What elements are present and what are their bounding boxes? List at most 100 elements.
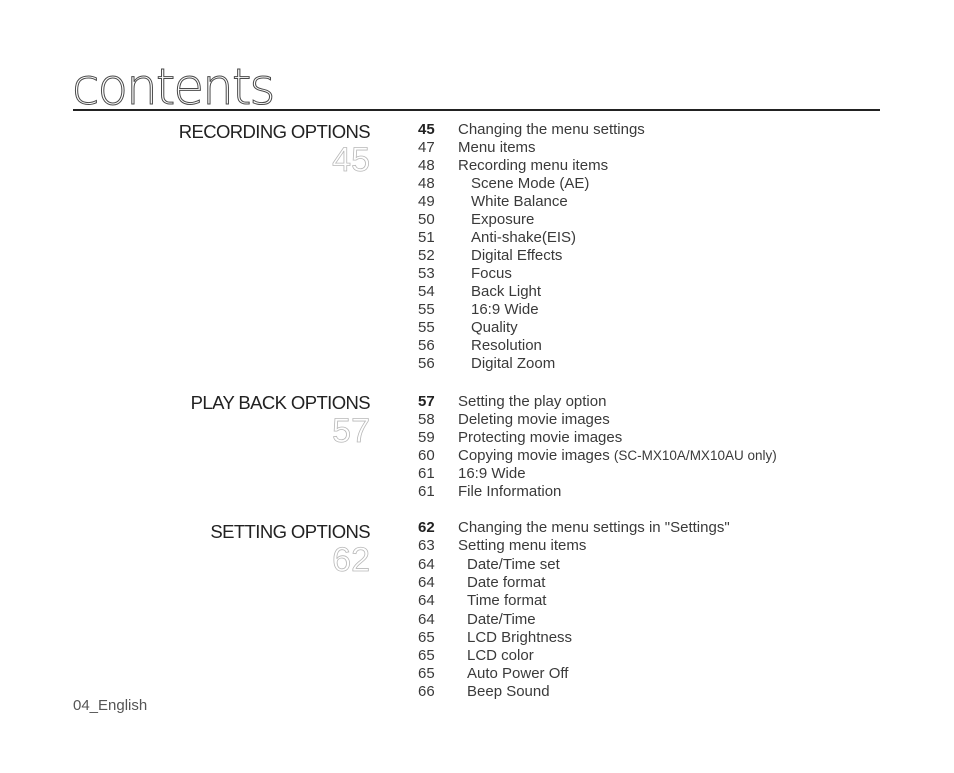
toc-entry-title: Digital Zoom xyxy=(458,355,555,373)
toc-entry-title: Focus xyxy=(458,265,512,283)
toc-entry-page: 65 xyxy=(418,646,435,664)
toc-entry[interactable]: 57 Setting the play option xyxy=(418,393,777,411)
toc-entry[interactable]: 56 Resolution xyxy=(418,337,645,355)
toc-entry[interactable]: 64 Date format xyxy=(418,574,730,592)
toc-entry-page: 55 xyxy=(418,319,435,336)
toc-entry-text: Scene Mode (AE) xyxy=(471,175,590,192)
toc-entry-title: Deleting movie images xyxy=(458,411,610,429)
toc-entry-page: 66 xyxy=(418,683,435,701)
section-page-number: 62 xyxy=(332,541,371,579)
toc-entry-text: Setting the play option xyxy=(458,393,607,410)
toc-entry-page: 57 xyxy=(418,393,435,410)
toc-entry-title: Copying movie images (SC-MX10A/MX10AU on… xyxy=(458,447,777,465)
toc-entry-text: LCD Brightness xyxy=(467,628,573,646)
toc-entry-page: 65 xyxy=(418,665,435,683)
toc-entry[interactable]: 64 Date/Time set xyxy=(418,556,730,574)
toc-entry-page: 64 xyxy=(418,610,435,628)
toc-entry[interactable]: 50 Exposure xyxy=(418,211,645,229)
toc-entry-text: Date/Time set xyxy=(467,556,560,573)
toc-entry-title: Auto Power Off xyxy=(458,665,568,683)
toc-list-playback: 57 Setting the play option 58 Deleting movi… xyxy=(418,393,777,501)
toc-entry-text: Digital Effects xyxy=(471,247,563,264)
toc-entry[interactable]: 63 Setting menu items xyxy=(418,537,730,555)
toc-entry-page: 63 xyxy=(418,537,435,554)
toc-entry[interactable]: 60 Copying movie images (SC-MX10A/MX10AU … xyxy=(418,447,777,465)
section-name: RECORDING OPTIONS xyxy=(178,121,371,142)
toc-entry-text: Date/Time xyxy=(467,610,536,628)
toc-entry[interactable]: 52 Digital Effects xyxy=(418,247,645,265)
toc-entry-text: Quality xyxy=(471,319,518,336)
toc-entry[interactable]: 54 Back Light xyxy=(418,283,645,301)
toc-entry[interactable]: 45 Changing the menu settings xyxy=(418,121,645,139)
section-heading-recording[interactable]: RECORDING OPTIONS 45 xyxy=(178,121,371,179)
toc-entry[interactable]: 47 Menu items xyxy=(418,139,645,157)
toc-entry[interactable]: 59 Protecting movie images xyxy=(418,429,777,447)
toc-entry-page: 56 xyxy=(418,337,435,354)
toc-entry[interactable]: 48 Scene Mode (AE) xyxy=(418,175,645,193)
page-footer: 04_English xyxy=(73,697,148,714)
section-page-number: 45 xyxy=(332,141,371,179)
toc-entry-title: White Balance xyxy=(458,193,568,211)
toc-entry[interactable]: 64 Date/Time xyxy=(418,611,730,629)
toc-entry-text: Time format xyxy=(467,592,547,610)
toc-entry[interactable]: 64 Time format xyxy=(418,592,730,610)
toc-entry-title: Resolution xyxy=(458,337,542,355)
toc-entry-text: Resolution xyxy=(471,337,542,354)
toc-entry-title: Date/Time xyxy=(458,611,536,629)
toc-entry-text: Focus xyxy=(471,265,512,282)
toc-entry-title: LCD color xyxy=(458,647,534,665)
toc-entry[interactable]: 56 Digital Zoom xyxy=(418,355,645,373)
toc-entry-text: Recording menu items xyxy=(458,157,609,174)
toc-entry[interactable]: 65 LCD Brightness xyxy=(418,629,730,647)
toc-entry-page: 61 xyxy=(418,483,435,500)
section-name: SETTING OPTIONS xyxy=(210,521,370,542)
toc-entry-page: 60 xyxy=(418,447,435,464)
toc-list-recording: 45 Changing the menu settings 47 Menu items… xyxy=(418,121,645,373)
section-heading-playback[interactable]: PLAY BACK OPTIONS 57 xyxy=(191,393,371,449)
toc-entry-page: 64 xyxy=(418,592,435,610)
toc-entry-title: 16:9 Wide xyxy=(458,301,539,319)
toc-entry-title: Recording menu items xyxy=(458,157,608,175)
toc-entry-page: 49 xyxy=(418,193,435,210)
toc-entry-title: LCD Brightness xyxy=(458,629,572,647)
toc-entry-text: LCD color xyxy=(467,646,534,664)
toc-entry[interactable]: 53 Focus xyxy=(418,265,645,283)
toc-entry[interactable]: 58 Deleting movie images xyxy=(418,411,777,429)
page-title: contents xyxy=(71,58,275,116)
toc-entry-text: Setting menu items xyxy=(458,537,587,554)
toc-entry-title: Scene Mode (AE) xyxy=(458,175,589,193)
toc-entry-page: 65 xyxy=(418,628,435,646)
toc-entry-title: Digital Effects xyxy=(458,247,562,265)
toc-entry-text: Date format xyxy=(467,574,546,592)
toc-entry[interactable]: 66 Beep Sound xyxy=(418,683,730,701)
toc-entry-title: 16:9 Wide xyxy=(458,465,526,483)
toc-entry[interactable]: 55 Quality xyxy=(418,319,645,337)
toc-entry[interactable]: 55 16:9 Wide xyxy=(418,301,645,319)
toc-entry-title: File Information xyxy=(458,483,561,501)
toc-entry-title: Beep Sound xyxy=(458,683,550,701)
toc-entry-page: 47 xyxy=(418,139,435,156)
toc-entry-page: 53 xyxy=(418,265,435,282)
toc-entry[interactable]: 49 White Balance xyxy=(418,193,645,211)
toc-entry-page: 64 xyxy=(418,556,435,573)
toc-entry-page: 64 xyxy=(418,574,435,592)
toc-entry-page: 45 xyxy=(418,121,435,138)
toc-entry-text: Changing the menu settings xyxy=(458,121,645,138)
toc-entry[interactable]: 62 Changing the menu settings in "Setting… xyxy=(418,519,730,537)
toc-entry-title: Exposure xyxy=(458,211,534,229)
toc-entry[interactable]: 61 16:9 Wide xyxy=(418,465,777,483)
toc-entry[interactable]: 65 Auto Power Off xyxy=(418,665,730,683)
toc-entry-page: 61 xyxy=(418,465,435,482)
toc-entry-note: (SC-MX10A/MX10AU only) xyxy=(613,448,777,463)
toc-entry-title: Time format xyxy=(458,592,546,610)
toc-entry[interactable]: 61 File Information xyxy=(418,483,777,501)
toc-entry-text: Digital Zoom xyxy=(471,355,556,372)
toc-entry-page: 48 xyxy=(418,175,435,192)
section-heading-setting[interactable]: SETTING OPTIONS 62 xyxy=(210,521,371,579)
toc-entry-text: 16:9 Wide xyxy=(458,465,526,482)
toc-entry[interactable]: 51 Anti-shake(EIS) xyxy=(418,229,645,247)
title-rule xyxy=(73,109,880,111)
toc-entry[interactable]: 65 LCD color xyxy=(418,647,730,665)
toc-entry[interactable]: 48 Recording menu items xyxy=(418,157,645,175)
toc-entry-text: Back Light xyxy=(471,283,542,300)
